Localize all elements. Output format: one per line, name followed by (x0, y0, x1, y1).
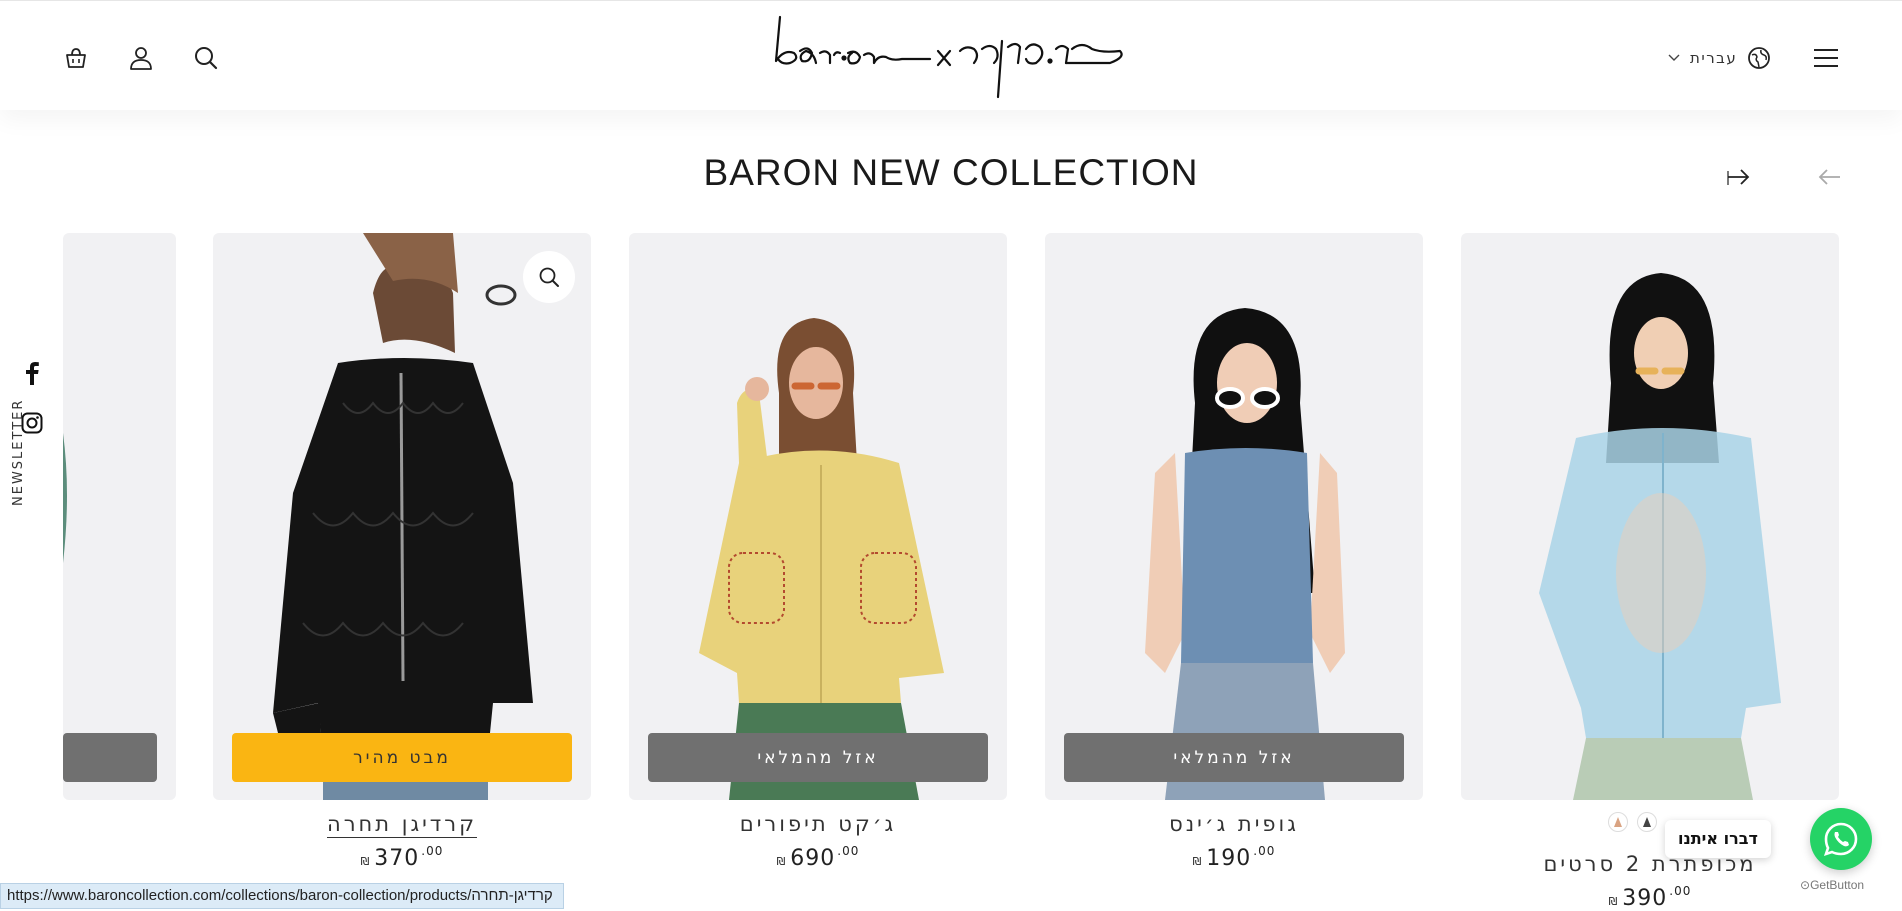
zoom-button[interactable] (523, 251, 575, 303)
site-header: עברית (0, 0, 1902, 110)
collection-title: BARON NEW COLLECTION (703, 152, 1199, 193)
prev-arrow-icon[interactable] (1815, 165, 1843, 189)
product-name[interactable]: ג׳קט תיפורים (629, 812, 1007, 836)
language-label: עברית (1690, 49, 1738, 67)
color-swatch[interactable] (1608, 812, 1628, 832)
globe-icon (1748, 47, 1771, 69)
cart-icon[interactable] (63, 45, 89, 71)
product-name[interactable]: קרדיגן תחרה (213, 812, 591, 838)
product-image[interactable]: אזל מהמלאי (629, 233, 1007, 800)
quick-view-button[interactable]: מבט מהיר (232, 733, 572, 782)
product-image[interactable] (1461, 233, 1839, 800)
whatsapp-label[interactable]: דברו איתנו (1665, 820, 1771, 858)
color-swatches[interactable] (1608, 812, 1657, 832)
product-name[interactable]: גופית ג׳ינס (1045, 812, 1423, 836)
product-image[interactable]: אזל מהמלאי (1045, 233, 1423, 800)
product-card[interactable]: אזל מהמלאי גופית ג׳ינס ₪ 190.00 (1045, 233, 1423, 871)
menu-icon[interactable] (1812, 45, 1840, 71)
product-image[interactable]: מבט מהיר (213, 233, 591, 800)
sold-out-button[interactable]: אזל מהמלאי (648, 733, 988, 782)
product-image[interactable] (63, 233, 176, 800)
color-swatch[interactable] (1637, 812, 1657, 832)
product-info: מכופתרת 2 סרטים ₪ 390.00 (1461, 852, 1839, 911)
product-card[interactable]: אזל מהמלאי ג׳קט תיפורים ₪ 690.00 (629, 233, 1007, 871)
product-card-partial[interactable] (63, 233, 176, 800)
search-icon[interactable] (193, 45, 219, 71)
account-icon[interactable] (128, 45, 154, 71)
product-price: ₪ 370.00 (360, 844, 444, 871)
language-selector[interactable]: עברית (1668, 45, 1771, 71)
product-price: ₪ 690.00 (776, 844, 860, 871)
product-card[interactable]: מבט מהיר קרדיגן תחרה ₪ 370.00 (213, 233, 591, 871)
chevron-down-icon (1668, 54, 1680, 61)
product-price: ₪ 390.00 (1608, 884, 1692, 911)
zoom-icon (539, 267, 559, 287)
getbutton-credit[interactable]: ⊙GetButton (1800, 878, 1864, 892)
product-card[interactable] (1461, 233, 1839, 800)
product-name[interactable]: מכופתרת 2 סרטים (1461, 852, 1839, 876)
newsletter-link[interactable]: NEWSLETTER (11, 399, 26, 506)
facebook-icon[interactable] (18, 359, 46, 387)
sold-out-button[interactable]: אזל מהמלאי (1064, 733, 1404, 782)
sold-out-button[interactable] (63, 733, 157, 782)
status-bar-url: https://www.baroncollection.com/collecti… (0, 883, 564, 909)
next-arrow-icon[interactable] (1725, 165, 1753, 189)
whatsapp-icon (1823, 822, 1858, 857)
whatsapp-button[interactable] (1810, 808, 1872, 870)
product-price: ₪ 190.00 (1192, 844, 1276, 871)
brand-logo[interactable] (770, 11, 1130, 103)
